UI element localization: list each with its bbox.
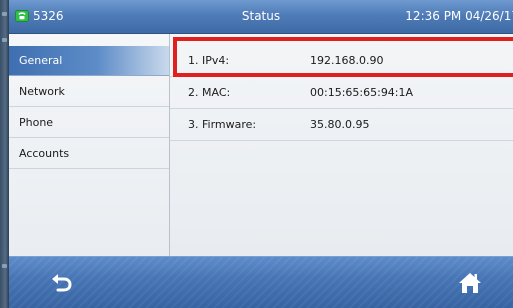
status-row-ipv4[interactable]: 1. IPv4: 192.168.0.90 <box>170 45 513 77</box>
back-button[interactable] <box>49 270 75 296</box>
sidebar-item-general[interactable]: General <box>9 46 169 76</box>
home-icon <box>457 273 483 300</box>
bezel-notch <box>2 38 7 42</box>
status-row-mac[interactable]: 2. MAC: 00:15:65:65:94:1A <box>170 77 513 109</box>
phone-screen: 5326 Status 12:36 PM 04/26/17 General Ne… <box>9 0 513 308</box>
status-value: 35.80.0.95 <box>310 118 370 131</box>
sidebar-item-network[interactable]: Network <box>9 77 169 107</box>
status-row-firmware[interactable]: 3. Firmware: 35.80.0.95 <box>170 109 513 141</box>
status-label: 1. IPv4: <box>188 54 230 67</box>
home-button[interactable] <box>457 270 483 296</box>
device-bezel <box>0 0 9 308</box>
status-label: 2. MAC: <box>188 86 231 99</box>
status-label: 3. Firmware: <box>188 118 257 131</box>
back-arrow-icon <box>49 274 75 300</box>
status-bar: 5326 Status 12:36 PM 04/26/17 <box>9 0 513 34</box>
status-category-list: General Network Phone Accounts <box>9 34 170 256</box>
bezel-notch <box>2 264 7 268</box>
phone-device: 5326 Status 12:36 PM 04/26/17 General Ne… <box>0 0 513 308</box>
softkey-bar <box>9 256 513 308</box>
status-details: 1. IPv4: 192.168.0.90 2. MAC: 00:15:65:6… <box>170 34 513 256</box>
sidebar-item-accounts[interactable]: Accounts <box>9 139 169 169</box>
status-value: 192.168.0.90 <box>310 54 384 67</box>
bezel-notch <box>2 12 7 16</box>
sidebar-item-phone[interactable]: Phone <box>9 108 169 138</box>
clock-display: 12:36 PM 04/26/17 <box>405 9 513 23</box>
status-value: 00:15:65:65:94:1A <box>310 86 414 99</box>
